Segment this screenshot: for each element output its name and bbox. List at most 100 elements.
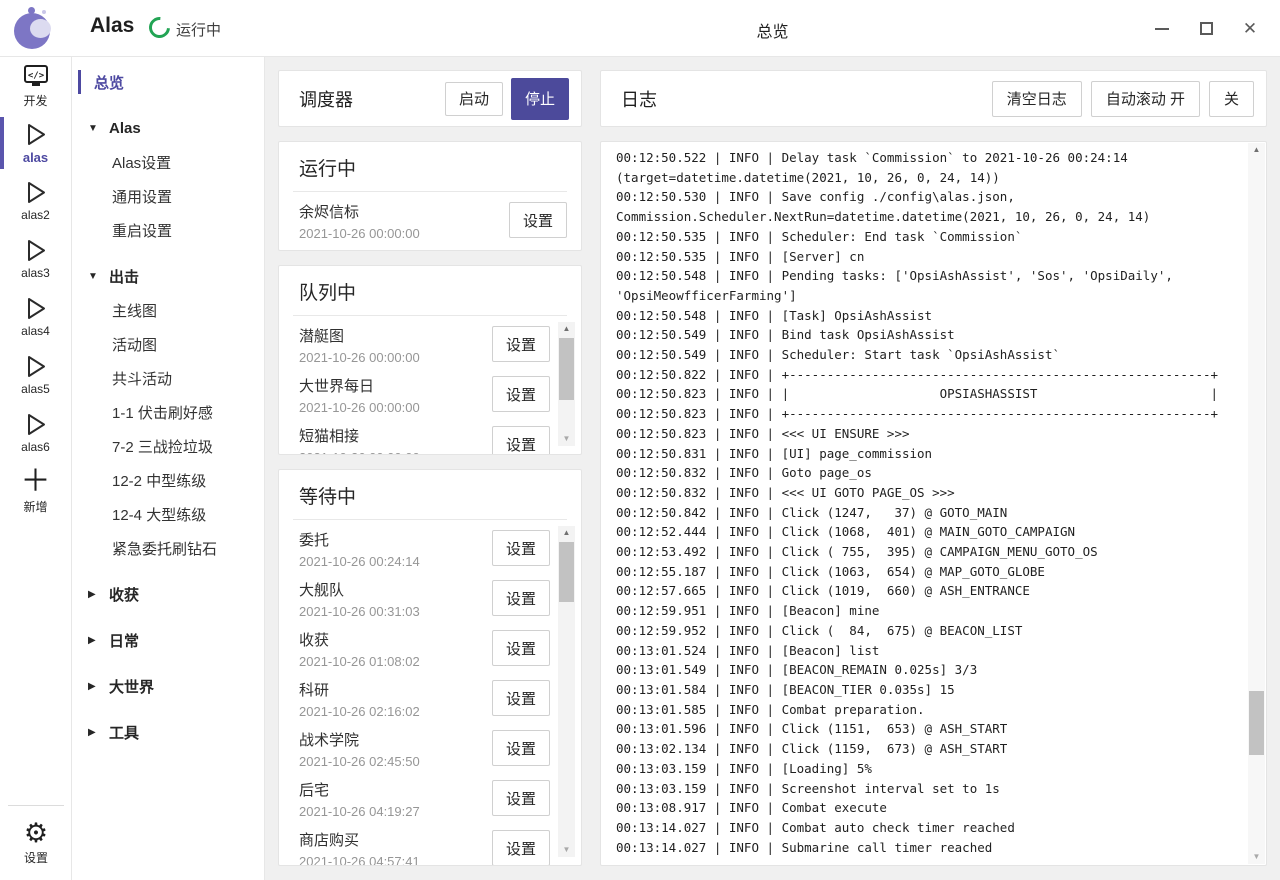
- task-setting-button[interactable]: 设置: [492, 680, 550, 716]
- running-card: 运行中 余烬信标 2021-10-26 00:00:00 设置: [278, 141, 582, 251]
- rail-settings-item[interactable]: ⚙ 设置: [0, 814, 72, 872]
- nav-menu-item[interactable]: 1-1 伏击刷好感: [72, 395, 264, 429]
- play-icon: [22, 177, 49, 207]
- nav-menu-item[interactable]: 收获: [72, 577, 264, 611]
- rail-config-item[interactable]: </> ＋ alas4: [0, 289, 71, 347]
- task-row: 大世界每日 2021-10-26 00:00:00 设置: [279, 370, 581, 420]
- nav-menu-item[interactable]: Alas设置: [72, 145, 264, 179]
- scroll-down-icon[interactable]: ▼: [558, 432, 575, 446]
- main-content: 调度器 启动 停止 运行中 余烬信标 2021-10-26 00:00:00 设…: [265, 57, 1280, 880]
- scroll-up-icon[interactable]: ▲: [1248, 143, 1265, 157]
- page-title: 总览: [265, 18, 1280, 42]
- waiting-title: 等待中: [279, 470, 581, 519]
- rail-divider: [8, 805, 64, 806]
- scroll-up-icon[interactable]: ▲: [558, 526, 575, 540]
- scroll-down-icon[interactable]: ▼: [558, 843, 575, 857]
- play-icon: [22, 235, 49, 265]
- tree-arrow-icon: [88, 727, 109, 738]
- nav-menu-item[interactable]: 大世界: [72, 669, 264, 703]
- task-row: 余烬信标 2021-10-26 00:00:00 设置: [279, 196, 581, 246]
- dev-console-icon: </>: [22, 61, 50, 91]
- running-title: 运行中: [279, 142, 581, 191]
- play-icon: [22, 119, 49, 149]
- scroll-down-icon[interactable]: ▼: [1248, 850, 1265, 864]
- scheduler-header-card: 调度器 启动 停止: [278, 70, 582, 127]
- play-icon: [22, 293, 49, 323]
- play-icon: [22, 409, 49, 439]
- nav-menu-item[interactable]: 7-2 三战捡垃圾: [72, 429, 264, 463]
- plus-icon: ＋: [21, 467, 51, 497]
- nav-menu: 总览 Alas Alas设置 通用设置 重启设置 出击 主线图 活动图 共斗活动…: [72, 57, 265, 880]
- nav-menu-item[interactable]: 活动图: [72, 327, 264, 361]
- task-setting-button[interactable]: 设置: [492, 630, 550, 666]
- task-row: 商店购买 2021-10-26 04:57:41 设置: [279, 824, 581, 865]
- task-setting-button[interactable]: 设置: [509, 202, 567, 238]
- nav-menu-item[interactable]: 12-4 大型练级: [72, 497, 264, 531]
- task-setting-button[interactable]: 设置: [492, 580, 550, 616]
- nav-menu-item[interactable]: 共斗活动: [72, 361, 264, 395]
- log-title: 日志: [621, 86, 657, 112]
- task-row: 大舰队 2021-10-26 00:31:03 设置: [279, 574, 581, 624]
- scrollbar-thumb[interactable]: [559, 338, 574, 400]
- rail-config-item[interactable]: </> ＋ alas6: [0, 405, 71, 463]
- scrollbar-thumb[interactable]: [559, 542, 574, 602]
- clear-log-button[interactable]: 清空日志: [992, 81, 1082, 117]
- log-scrollbar[interactable]: ▲ ▼: [1248, 143, 1265, 864]
- task-setting-button[interactable]: 设置: [492, 326, 550, 362]
- nav-menu-item[interactable]: 主线图: [72, 293, 264, 327]
- rail-config-item[interactable]: </> ＋ alas2: [0, 173, 71, 231]
- nav-menu-item[interactable]: 日常: [72, 623, 264, 657]
- pending-title: 队列中: [279, 266, 581, 315]
- task-setting-button[interactable]: 设置: [492, 376, 550, 412]
- task-setting-button[interactable]: 设置: [492, 780, 550, 816]
- nav-menu-item[interactable]: 12-2 中型练级: [72, 463, 264, 497]
- task-setting-button[interactable]: 设置: [492, 530, 550, 566]
- log-header-card: 日志 清空日志 自动滚动 开 关: [600, 70, 1267, 127]
- autoscroll-on-button[interactable]: 自动滚动 开: [1091, 81, 1200, 117]
- task-row: 短猫相接 2021-10-26 00:00:00 设置: [279, 420, 581, 454]
- scheduler-title: 调度器: [299, 86, 353, 112]
- log-output-card[interactable]: 00:12:50.522 | INFO | Delay task `Commis…: [600, 141, 1267, 866]
- nav-menu-item[interactable]: 总览: [72, 65, 264, 99]
- tree-arrow-icon: [88, 635, 109, 646]
- rail-config-item[interactable]: </> ＋ alas: [0, 115, 71, 173]
- close-button[interactable]: ✕: [1228, 9, 1272, 49]
- task-row: 战术学院 2021-10-26 02:45:50 设置: [279, 724, 581, 774]
- gear-icon: ⚙: [24, 818, 48, 848]
- play-icon: [22, 351, 49, 381]
- tree-arrow-icon: [88, 123, 109, 134]
- tree-arrow-icon: [88, 271, 109, 282]
- waiting-scrollbar[interactable]: ▲ ▼: [558, 526, 575, 857]
- nav-menu-item[interactable]: Alas: [72, 111, 264, 145]
- nav-menu-item[interactable]: 出击: [72, 259, 264, 293]
- rail-config-item[interactable]: </> ＋ alas5: [0, 347, 71, 405]
- config-rail: </> ＋ 开发 </> ＋ alas: [0, 57, 72, 880]
- nav-menu-item[interactable]: 重启设置: [72, 213, 264, 247]
- nav-menu-item[interactable]: 紧急委托刷钻石: [72, 531, 264, 565]
- nav-menu-item[interactable]: 通用设置: [72, 179, 264, 213]
- autoscroll-off-button[interactable]: 关: [1209, 81, 1254, 117]
- minimize-icon: [1155, 28, 1169, 30]
- rail-config-item[interactable]: </> ＋ alas3: [0, 231, 71, 289]
- minimize-button[interactable]: [1140, 9, 1184, 49]
- scheduler-start-button[interactable]: 启动: [445, 82, 503, 116]
- rail-config-item[interactable]: </> ＋ 开发: [0, 57, 71, 115]
- tree-arrow-icon: [88, 589, 109, 600]
- scroll-up-icon[interactable]: ▲: [558, 322, 575, 336]
- scheduler-stop-button[interactable]: 停止: [511, 78, 569, 120]
- tree-arrow-icon: [88, 681, 109, 692]
- pending-scrollbar[interactable]: ▲ ▼: [558, 322, 575, 446]
- task-setting-button[interactable]: 设置: [492, 830, 550, 865]
- maximize-button[interactable]: [1184, 9, 1228, 49]
- maximize-icon: [1200, 22, 1213, 35]
- task-setting-button[interactable]: 设置: [492, 730, 550, 766]
- task-setting-button[interactable]: 设置: [492, 426, 550, 454]
- rail-config-item[interactable]: </> ＋ 新增: [0, 463, 71, 521]
- task-row: 潜艇图 2021-10-26 00:00:00 设置: [279, 320, 581, 370]
- running-spinner-icon: [145, 13, 175, 43]
- nav-menu-item[interactable]: 工具: [72, 715, 264, 749]
- svg-text:</>: </>: [27, 71, 44, 81]
- scheduler-status-text: 运行中: [176, 19, 221, 40]
- scrollbar-thumb[interactable]: [1249, 691, 1264, 755]
- task-row: 收获 2021-10-26 01:08:02 设置: [279, 624, 581, 674]
